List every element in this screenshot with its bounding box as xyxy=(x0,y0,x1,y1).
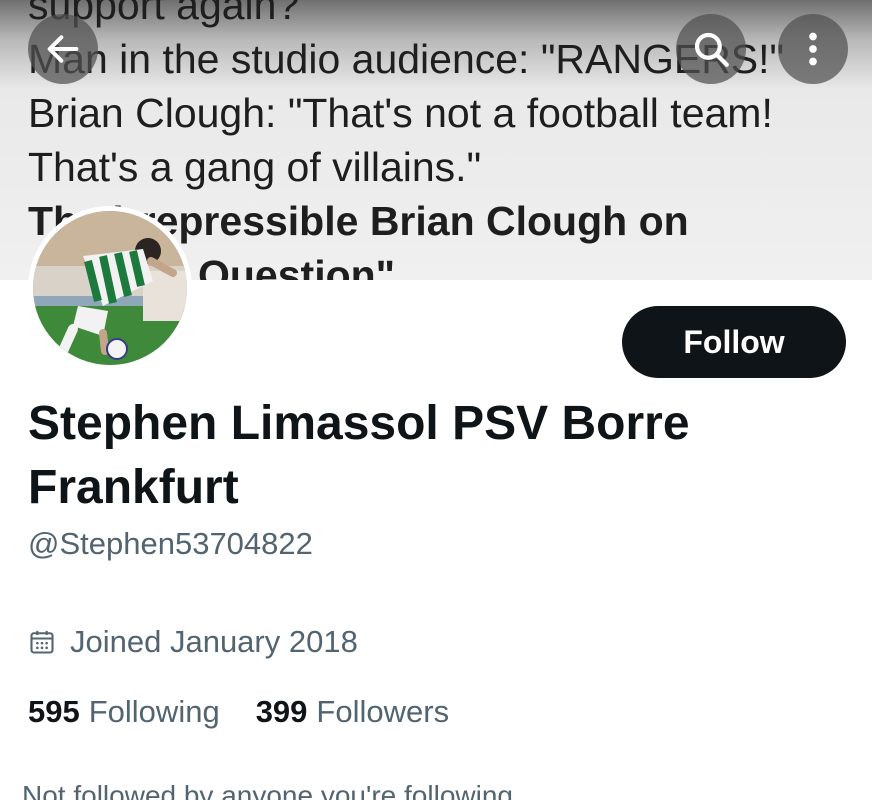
joined-text: Joined January 2018 xyxy=(70,624,358,659)
user-handle: @Stephen53704822 xyxy=(28,526,313,561)
banner-line: That's a gang of villains." xyxy=(28,144,482,190)
back-button[interactable] xyxy=(28,14,98,84)
follow-stats: 595 Following 399 Followers xyxy=(28,694,485,730)
display-name: Stephen Limassol PSV Borre Frankfurt xyxy=(28,397,690,514)
more-vertical-icon xyxy=(809,32,817,66)
back-arrow-icon xyxy=(47,35,79,63)
following-link[interactable]: 595 Following xyxy=(28,694,220,730)
followers-count: 399 xyxy=(255,694,308,729)
search-button[interactable] xyxy=(676,14,746,84)
followers-label: Followers xyxy=(316,694,450,729)
joined-date: Joined January 2018 xyxy=(28,624,358,660)
following-count: 595 xyxy=(28,694,80,729)
follow-button[interactable]: Follow xyxy=(622,306,846,378)
not-followed-text: Not followed by anyone you're following xyxy=(22,780,513,800)
avatar[interactable] xyxy=(28,206,192,370)
following-label: Following xyxy=(88,694,220,729)
followers-link[interactable]: 399 Followers xyxy=(256,694,449,730)
search-icon xyxy=(694,32,729,67)
banner-line: Brian Clough: "That's not a football tea… xyxy=(28,90,773,136)
calendar-icon xyxy=(30,630,54,654)
more-button[interactable] xyxy=(778,14,848,84)
banner-line: support again? xyxy=(28,0,300,28)
